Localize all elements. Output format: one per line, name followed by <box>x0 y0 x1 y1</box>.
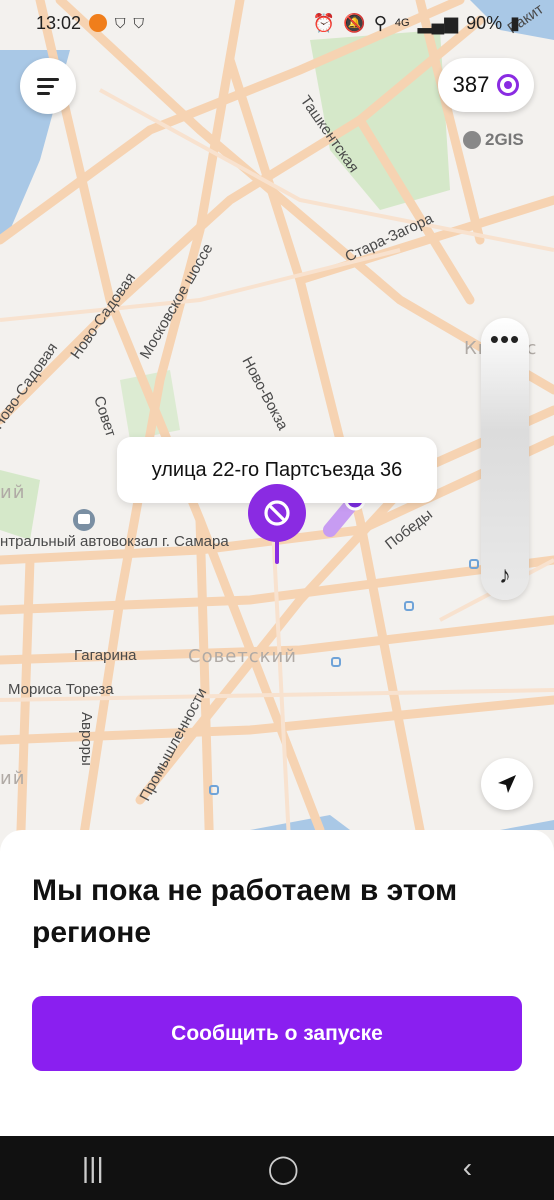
shield-clock-icon: ⛉ <box>133 14 145 31</box>
street-label: Ново-Вокза <box>238 354 291 434</box>
home-icon[interactable]: ◯ <box>268 1152 299 1185</box>
location-arrow-icon <box>498 775 516 793</box>
battery-icon: ▮ <box>510 12 520 33</box>
menu-button[interactable] <box>20 58 76 114</box>
street-label: Гагарина <box>74 647 137 664</box>
location-pin[interactable] <box>248 484 306 542</box>
street-label: Совет <box>90 394 119 439</box>
bottom-sheet: Мы пока не работаем в этом регионе Сообщ… <box>0 830 554 1136</box>
address-text: улица 22-го Партсъезда 36 <box>151 458 403 481</box>
alarm-icon: ⏰ <box>312 12 336 33</box>
map-canvas: Ташкентская Стара-Загора Московское шосс… <box>0 0 554 860</box>
street-label: Промышленности <box>137 685 211 804</box>
balance-button[interactable]: 387 <box>438 58 534 112</box>
district-label: Советский <box>188 646 297 667</box>
notify-launch-button[interactable]: Сообщить о запуске <box>32 996 522 1071</box>
status-bar: 13:02 ⛉ ⛉ ⏰ 🔕 ⚲ 4G ▂▄▆ 90% ▮ <box>0 0 554 46</box>
balance-amount: 387 <box>452 72 490 97</box>
blocked-icon <box>264 500 290 526</box>
poi-label: нтральный автовокзал г. Самара <box>0 533 229 550</box>
more-icon[interactable]: ••• <box>481 326 529 352</box>
street-label: Ново-Садовая <box>0 340 61 432</box>
sheet-title: Мы пока не работаем в этом регионе <box>32 874 458 949</box>
district-label: ий <box>0 768 25 789</box>
menu-icon <box>37 74 59 99</box>
battery-percent: 90% <box>466 12 503 33</box>
2gis-logo-icon <box>463 131 481 149</box>
music-note-icon[interactable]: ♪ <box>481 562 529 590</box>
coin-icon <box>497 74 520 96</box>
street-label: Московское шоссе <box>137 241 217 362</box>
my-location-button[interactable] <box>481 758 533 810</box>
street-label: Авроры <box>78 712 95 766</box>
mute-icon: 🔕 <box>343 12 366 33</box>
map[interactable]: Ташкентская Стара-Загора Московское шосс… <box>0 0 554 860</box>
location-icon: ⚲ <box>373 12 387 33</box>
map-provider-logo: 2GIS <box>463 130 524 150</box>
pin-stem <box>275 540 279 564</box>
signal-icon: ▂▄▆ <box>417 12 459 33</box>
district-label: ий <box>0 482 25 503</box>
app-notification-icon <box>89 14 108 32</box>
network-type: 4G <box>394 17 410 29</box>
shield-icon: ⛉ <box>115 14 126 31</box>
recent-apps-icon[interactable]: ||| <box>82 1152 104 1184</box>
system-nav-bar: ||| ◯ ‹ <box>0 1136 554 1200</box>
back-icon[interactable]: ‹ <box>463 1152 472 1184</box>
street-label: Мориса Тореза <box>8 681 114 698</box>
side-panel[interactable]: ••• ♪ <box>481 318 529 600</box>
status-time: 13:02 <box>36 12 82 33</box>
